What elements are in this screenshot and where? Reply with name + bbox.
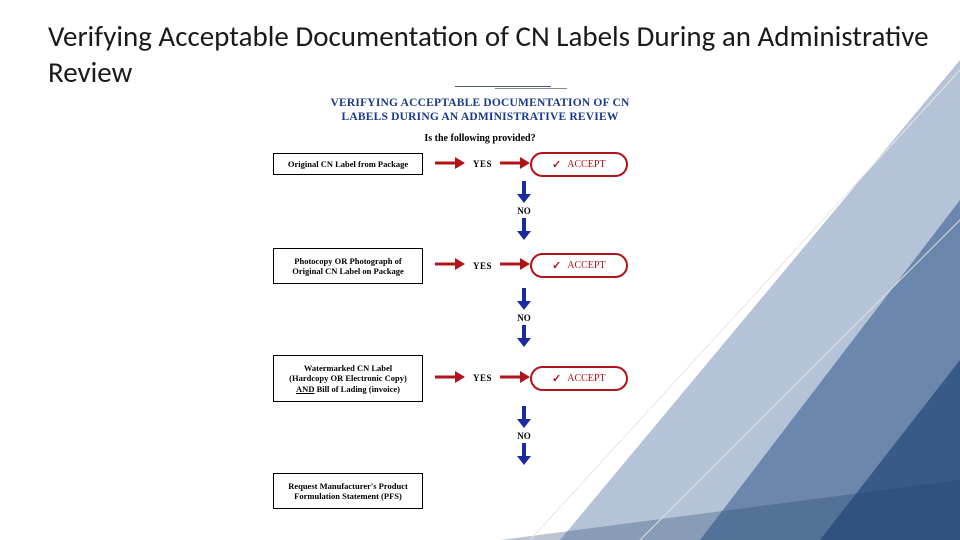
arrow-right-icon — [500, 155, 530, 174]
down-connector: NO — [343, 288, 705, 347]
accept-label: ACCEPT — [567, 373, 605, 384]
title-underline-2 — [495, 88, 567, 89]
accept-pill: ✓ ACCEPT — [530, 152, 628, 177]
flow-row-1: Original CN Label from Package YES ✓ ACCE… — [255, 152, 705, 177]
yes-label: YES — [473, 261, 492, 271]
flow-prompt: Is the following provided? — [255, 133, 705, 144]
arrow-right-icon — [435, 155, 465, 174]
no-label: NO — [517, 431, 531, 441]
check-icon: ✓ — [552, 259, 561, 272]
flowchart: VERIFYING ACCEPTABLE DOCUMENTATION OF CN… — [255, 96, 705, 526]
accept-pill: ✓ ACCEPT — [530, 253, 628, 278]
yes-label: YES — [473, 159, 492, 169]
yes-label: YES — [473, 373, 492, 383]
down-connector: NO — [343, 181, 705, 240]
flow-box-1: Original CN Label from Package — [273, 153, 423, 175]
no-label: NO — [517, 313, 531, 323]
arrow-down-icon — [517, 181, 531, 203]
no-label: NO — [517, 206, 531, 216]
arrow-right-icon — [435, 256, 465, 275]
arrow-right-icon — [435, 369, 465, 388]
arrow-right-icon — [500, 369, 530, 388]
title-underline — [455, 86, 551, 87]
check-icon: ✓ — [552, 158, 561, 171]
page-title: Verifying Acceptable Documentation of CN… — [48, 18, 960, 91]
check-icon: ✓ — [552, 372, 561, 385]
arrow-down-icon — [517, 406, 531, 428]
down-connector: NO — [343, 406, 705, 465]
accept-pill: ✓ ACCEPT — [530, 366, 628, 391]
flow-header: VERIFYING ACCEPTABLE DOCUMENTATION OF CN… — [255, 96, 705, 125]
arrow-down-icon — [517, 218, 531, 240]
accept-label: ACCEPT — [567, 159, 605, 170]
flow-box-2: Photocopy OR Photograph of Original CN L… — [273, 248, 423, 284]
accept-label: ACCEPT — [567, 260, 605, 271]
flow-row-3: Watermarked CN Label(Hardcopy OR Electro… — [255, 355, 705, 402]
arrow-right-icon — [500, 256, 530, 275]
flow-box-final: Request Manufacturer's Product Formulati… — [273, 473, 423, 509]
flow-header-line2: LABELS DURING AN ADMINISTRATIVE REVIEW — [255, 110, 705, 124]
arrow-down-icon — [517, 288, 531, 310]
flow-row-final: Request Manufacturer's Product Formulati… — [255, 473, 705, 509]
arrow-down-icon — [517, 443, 531, 465]
flow-box-3: Watermarked CN Label(Hardcopy OR Electro… — [273, 355, 423, 402]
arrow-down-icon — [517, 325, 531, 347]
flow-row-2: Photocopy OR Photograph of Original CN L… — [255, 248, 705, 284]
flow-header-line1: VERIFYING ACCEPTABLE DOCUMENTATION OF CN — [255, 96, 705, 110]
